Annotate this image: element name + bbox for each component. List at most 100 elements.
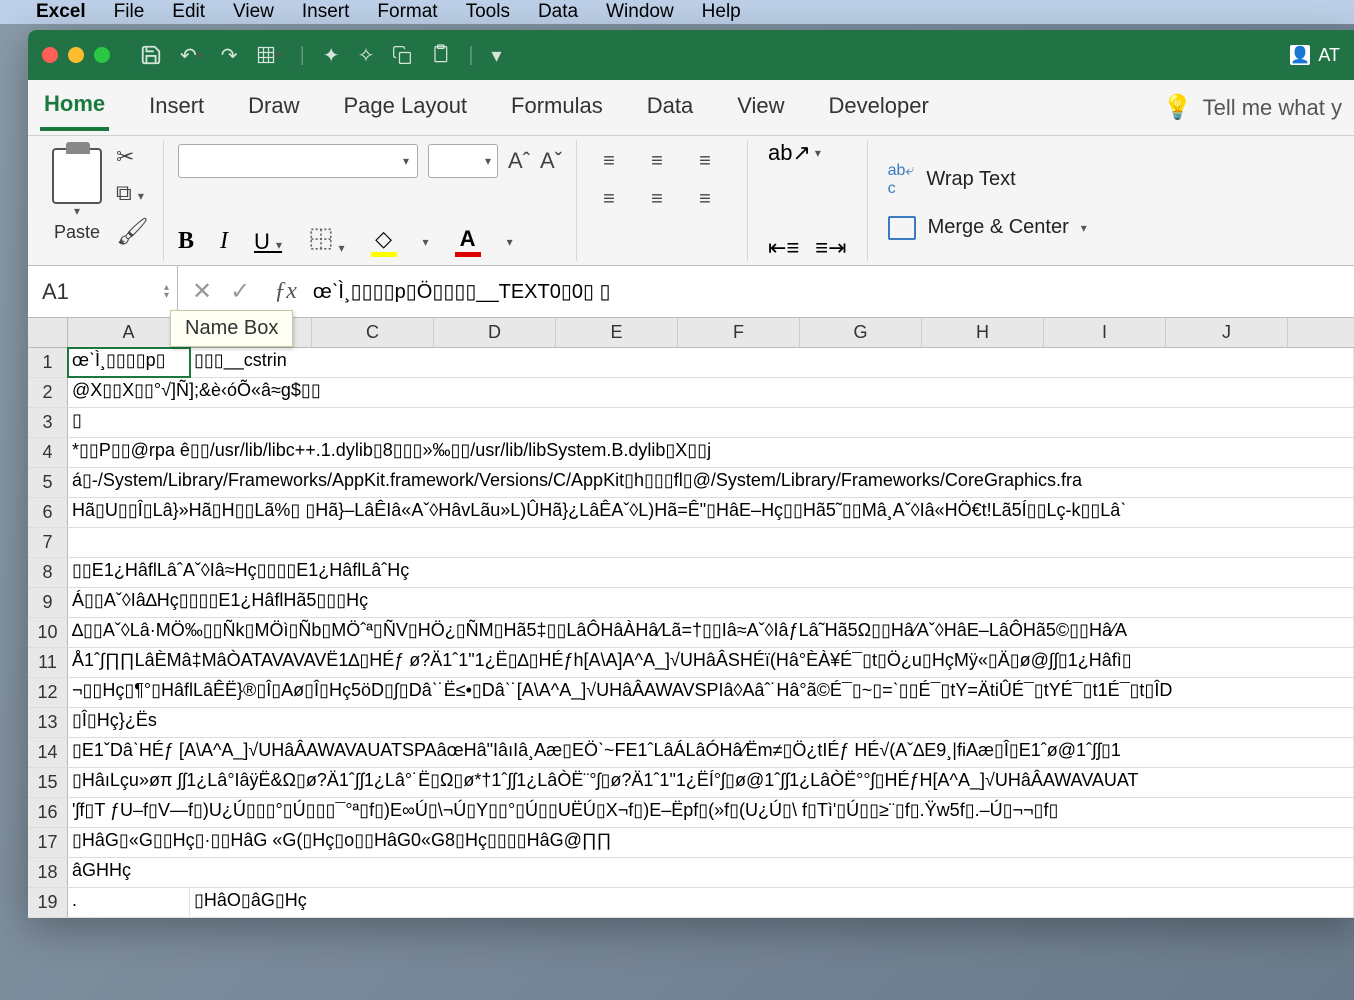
font-size-select[interactable]: ▾ (428, 144, 498, 178)
cell[interactable]: ▯▯E1¿HâflLâˆAˇ◊Iâ≈Hç▯▯▯▯E1¿HâflLâˆHç (68, 558, 1354, 587)
font-family-select[interactable]: ▾ (178, 144, 418, 178)
row-header[interactable]: 13 (28, 708, 68, 737)
col-header-d[interactable]: D (434, 318, 556, 347)
overflow-icon[interactable]: ▾ (492, 43, 502, 68)
cell[interactable]: ∆▯▯Aˇ◊Lâ·MÖ‰▯▯Ñk▯MÖì▯Ñb▯MÖˆª▯ÑV▯HÖ¿▯ÑM▯H… (68, 618, 1354, 647)
tab-view[interactable]: View (733, 87, 788, 129)
sparkle-icon[interactable]: ✦ (323, 43, 340, 68)
menu-help[interactable]: Help (702, 1, 741, 23)
row-header[interactable]: 8 (28, 558, 68, 587)
row-header[interactable]: 1 (28, 348, 68, 377)
align-left-icon[interactable]: ≡ (591, 182, 627, 216)
tell-me[interactable]: 💡 Tell me what y (1163, 93, 1342, 122)
orientation-button[interactable]: ab↗ ▾ (768, 140, 847, 166)
tab-insert[interactable]: Insert (145, 87, 208, 129)
menu-window[interactable]: Window (606, 1, 674, 23)
table-icon[interactable]: ▾ (256, 45, 282, 65)
col-header-f[interactable]: F (678, 318, 800, 347)
increase-indent-icon[interactable]: ≡⇥ (815, 235, 846, 261)
tab-data[interactable]: Data (643, 87, 697, 129)
row-header[interactable]: 18 (28, 858, 68, 887)
save-icon[interactable] (140, 44, 162, 66)
increase-font-icon[interactable]: Aˆ (508, 148, 530, 174)
menu-insert[interactable]: Insert (302, 1, 350, 23)
menu-data[interactable]: Data (538, 1, 578, 23)
zoom-window-button[interactable] (94, 47, 110, 63)
row-header[interactable]: 11 (28, 648, 68, 677)
font-color-button[interactable]: A (455, 226, 481, 257)
cell[interactable]: ʹʃf▯T ƒU–f▯V—f▯)U¿Ú▯▯▯°▯Ú▯▯▯¯°ª▯f▯)E∞Ú▯\… (68, 798, 1354, 827)
copy-icon[interactable] (392, 45, 412, 65)
undo-icon[interactable]: ↶ ▾ (180, 43, 203, 68)
tab-page-layout[interactable]: Page Layout (340, 87, 472, 129)
cell[interactable]: ▯HâG▯«G▯▯Hç▯·▯▯HâG «G(▯Hç▯o▯▯HâG0«G8▯Hç▯… (68, 828, 1354, 857)
italic-button[interactable]: I (220, 228, 228, 255)
paste-dropdown[interactable]: ▾ (74, 204, 80, 218)
sparkle2-icon[interactable]: ✧ (358, 43, 375, 68)
row-header[interactable]: 2 (28, 378, 68, 407)
tab-developer[interactable]: Developer (825, 87, 933, 129)
cell[interactable]: . (68, 888, 190, 917)
paste-icon[interactable] (52, 148, 102, 204)
copy-icon2[interactable]: ⧉ ▾ (116, 180, 144, 206)
row-header[interactable]: 3 (28, 408, 68, 437)
cell[interactable]: *▯▯P▯▯@rpa ê▯▯/usr/lib/libc++.1.dylib▯8▯… (68, 438, 1354, 467)
col-header-e[interactable]: E (556, 318, 678, 347)
row-header[interactable]: 14 (28, 738, 68, 767)
accept-formula-icon[interactable]: ✓ (230, 277, 250, 306)
col-header-g[interactable]: G (800, 318, 922, 347)
format-painter-icon[interactable]: 🖌 (116, 216, 149, 247)
account-icon[interactable]: 👤 (1290, 45, 1310, 65)
cell[interactable]: ▯HâıLçu»øπ ∫ʃ1¿Lâ°IâÿË&Ω▯ø?Ä1ˆ∫ʃ1¿Lâ°˙Ë▯… (68, 768, 1354, 797)
row-header[interactable]: 12 (28, 678, 68, 707)
row-header[interactable]: 17 (28, 828, 68, 857)
name-box-spinner[interactable]: ▴▾ (164, 284, 169, 300)
col-header-c[interactable]: C (312, 318, 434, 347)
cell[interactable]: Hã▯U▯▯Î▯Lâ}»Hã▯H▯▯Lã%▯ ▯Hã}–LâÊIâ«Aˇ◊Hâv… (68, 498, 1354, 527)
menu-edit[interactable]: Edit (172, 1, 205, 23)
borders-button[interactable]: ▾ (308, 226, 344, 257)
row-header[interactable]: 5 (28, 468, 68, 497)
cell[interactable]: @X▯▯X▯▯°√]Ñ];&è‹óÕ«â≈g$▯▯ (68, 378, 1354, 407)
cell[interactable]: ▯E1ˇDâˋHÉƒ [A\A^A_]√UHâÂAWAVAUATSPAâœHâ"… (68, 738, 1354, 767)
row-header[interactable]: 16 (28, 798, 68, 827)
cell[interactable]: ▯Î▯Hç}¿Ës (68, 708, 1354, 737)
cell[interactable]: Á▯▯Aˇ◊Iâ∆Hç▯▯▯▯E1¿HâflHã5▯▯▯Hç (68, 588, 1354, 617)
menu-tools[interactable]: Tools (466, 1, 510, 23)
clipboard-123-icon[interactable] (430, 44, 450, 66)
cell[interactable]: œˋÌ¸▯▯▯▯p▯ (68, 348, 190, 377)
align-center-icon[interactable]: ≡ (639, 182, 675, 216)
formula-input[interactable]: œˋÌ¸▯▯▯▯p▯Ö▯▯▯▯__TEXT0▯0▯ ▯ (307, 279, 1354, 304)
row-header[interactable]: 19 (28, 888, 68, 917)
menu-view[interactable]: View (233, 1, 274, 23)
fill-color-button[interactable]: ◇ (371, 226, 397, 257)
fx-icon[interactable]: ƒx (264, 278, 307, 305)
align-middle-icon[interactable]: ≡ (639, 144, 675, 178)
align-top-icon[interactable]: ≡ (591, 144, 627, 178)
wrap-text-button[interactable]: ab⤶c Wrap Text (888, 162, 1087, 198)
cell[interactable]: ¬▯▯Hç▯¶°▯HâflLâÊË}®▯Î▯Aø▯Î▯Hç5öD▯∫▯Dâˋ˙Ë… (68, 678, 1354, 707)
cancel-formula-icon[interactable]: ✕ (192, 277, 212, 306)
col-header-h[interactable]: H (922, 318, 1044, 347)
cell[interactable]: á▯-/System/Library/Frameworks/AppKit.fra… (68, 468, 1354, 497)
cut-icon[interactable]: ✂︎ (116, 144, 134, 170)
cell[interactable] (68, 528, 1354, 557)
decrease-font-icon[interactable]: Aˇ (540, 148, 562, 174)
col-header-i[interactable]: I (1044, 318, 1166, 347)
bold-button[interactable]: B (178, 228, 194, 255)
cell[interactable]: ▯HâO▯âG▯Hç (190, 888, 1354, 917)
merge-center-button[interactable]: Merge & Center ▾ (888, 216, 1087, 240)
menubar-app-name[interactable]: Excel (36, 1, 86, 23)
cell[interactable]: Å1ˆ∫∏∏LâÈMâ‡MâÒATAVAVAVË1∆▯HÉƒ ø?Ä1ˆ1"1¿… (68, 648, 1354, 677)
col-header-j[interactable]: J (1166, 318, 1288, 347)
row-header[interactable]: 7 (28, 528, 68, 557)
decrease-indent-icon[interactable]: ⇤≡ (768, 235, 799, 261)
align-right-icon[interactable]: ≡ (687, 182, 723, 216)
name-box[interactable]: A1 ▴▾ (28, 266, 178, 317)
cell[interactable]: ▯▯▯__cstrin (190, 348, 1354, 377)
underline-button[interactable]: U ▾ (254, 229, 282, 255)
cell[interactable]: ▯ (68, 408, 1354, 437)
redo-icon[interactable]: ↷ (221, 43, 238, 68)
tab-home[interactable]: Home (40, 85, 109, 131)
menu-file[interactable]: File (114, 1, 145, 23)
